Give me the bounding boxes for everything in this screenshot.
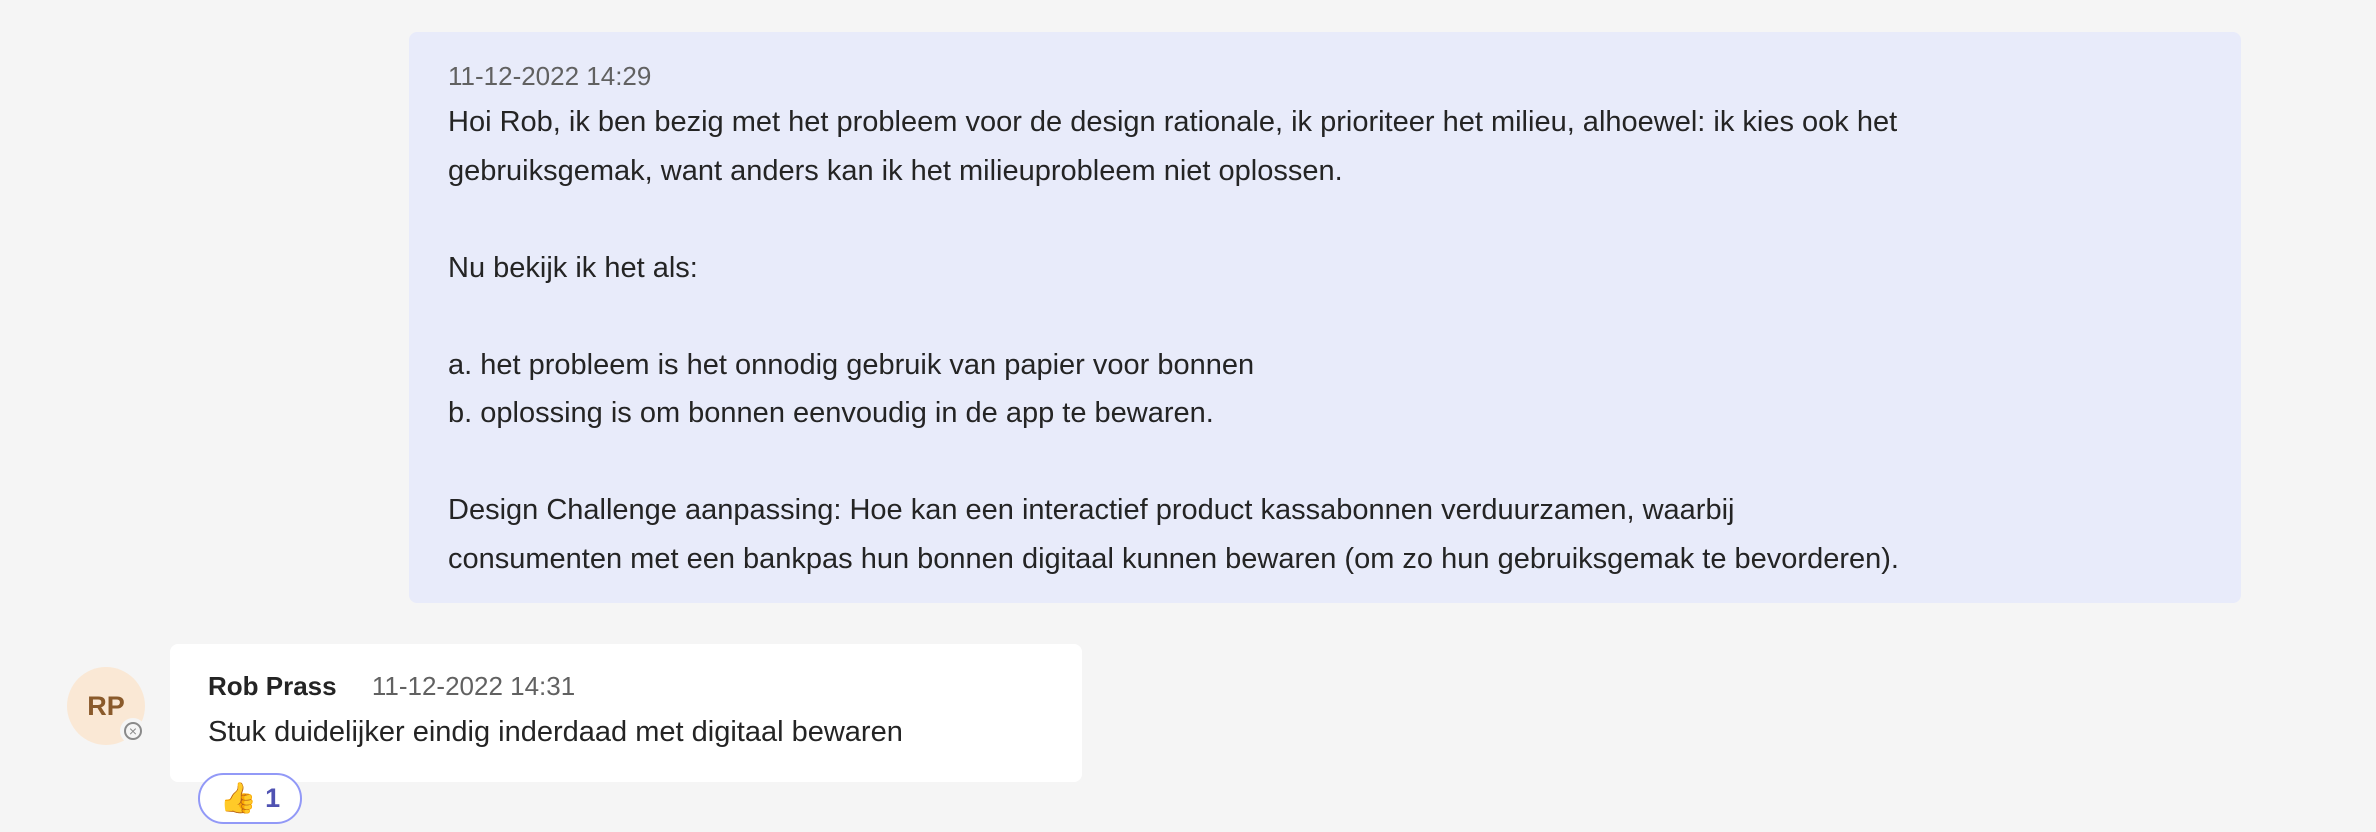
thumbs-up-icon: 👍 xyxy=(219,782,258,815)
message-text: Hoi Rob, ik ben bezig met het probleem v… xyxy=(448,106,1899,575)
reaction-count: 1 xyxy=(265,783,281,813)
avatar-initials: RP xyxy=(87,690,125,721)
message-text: Stuk duidelijker eindig inderdaad met di… xyxy=(208,716,903,748)
message-timestamp: 11-12-2022 14:29 xyxy=(448,61,652,91)
sender-name: Rob Prass xyxy=(208,671,337,701)
offline-status-icon: × xyxy=(120,718,146,744)
incoming-message-bubble[interactable]: Rob Prass 11-12-2022 14:31 Stuk duidelij… xyxy=(170,644,1082,782)
message-timestamp: 11-12-2022 14:31 xyxy=(371,671,576,701)
reaction-button[interactable]: 👍 1 xyxy=(198,773,302,824)
own-message-bubble[interactable]: 11-12-2022 14:29 Hoi Rob, ik ben bezig m… xyxy=(409,32,2241,603)
